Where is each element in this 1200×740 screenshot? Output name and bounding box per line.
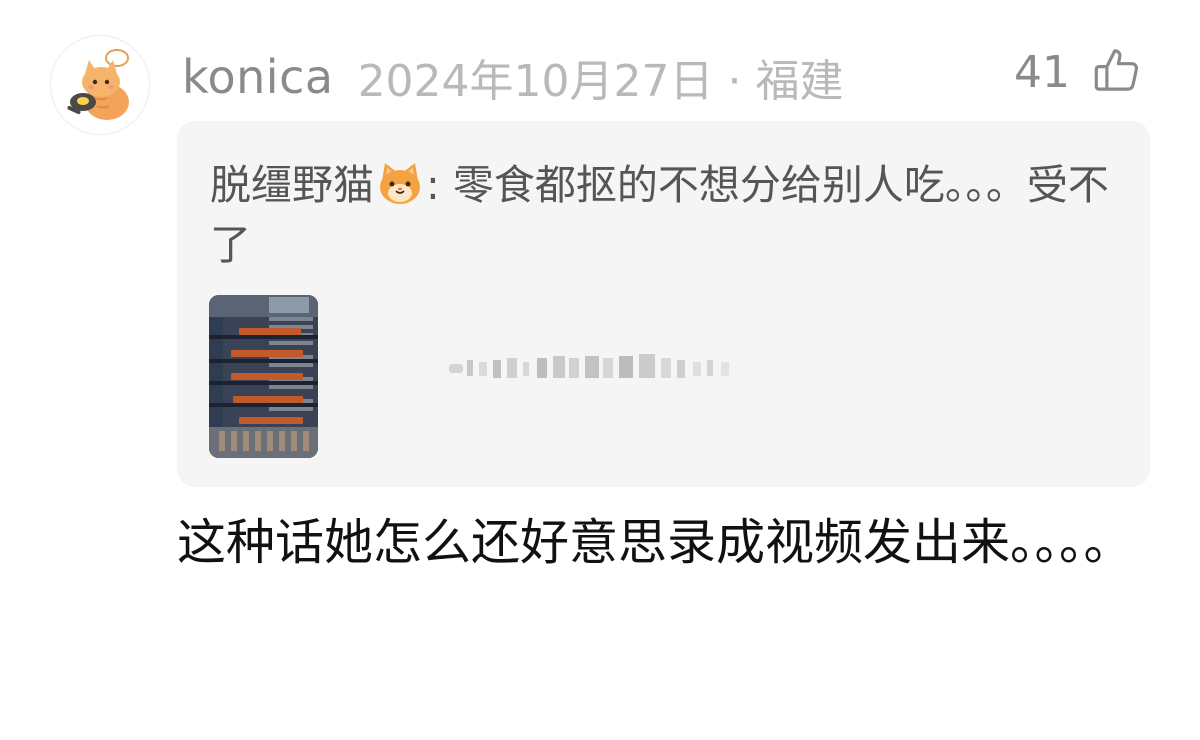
thumbs-up-icon[interactable] xyxy=(1090,43,1144,101)
cat-avatar-icon xyxy=(51,36,149,134)
like-button[interactable]: 41 xyxy=(1014,42,1144,102)
username[interactable]: konica xyxy=(182,50,334,104)
comment-body: 这种话她怎么还好意思录成视频发出来。。。。 xyxy=(177,514,1133,571)
video-thumbnail[interactable] xyxy=(209,295,318,458)
redacted-text-blur xyxy=(449,354,729,378)
quoted-comment-text: 脱缰野猫 : 零食都抠的不想分给别人吃。。。受不了 xyxy=(210,155,1110,275)
quoted-comment[interactable]: 脱缰野猫 : 零食都抠的不想分给别人吃。。。受不了 xyxy=(177,121,1150,487)
avatar[interactable] xyxy=(50,35,150,135)
comment-date-location: 2024年10月27日 · 福建 xyxy=(357,56,844,107)
like-count: 41 xyxy=(1014,46,1070,98)
quoted-author[interactable]: 脱缰野猫 xyxy=(210,161,374,209)
cat-face-emoji-icon xyxy=(380,163,420,204)
comment-header: konica 2024年10月27日 · 福建 xyxy=(182,42,843,112)
